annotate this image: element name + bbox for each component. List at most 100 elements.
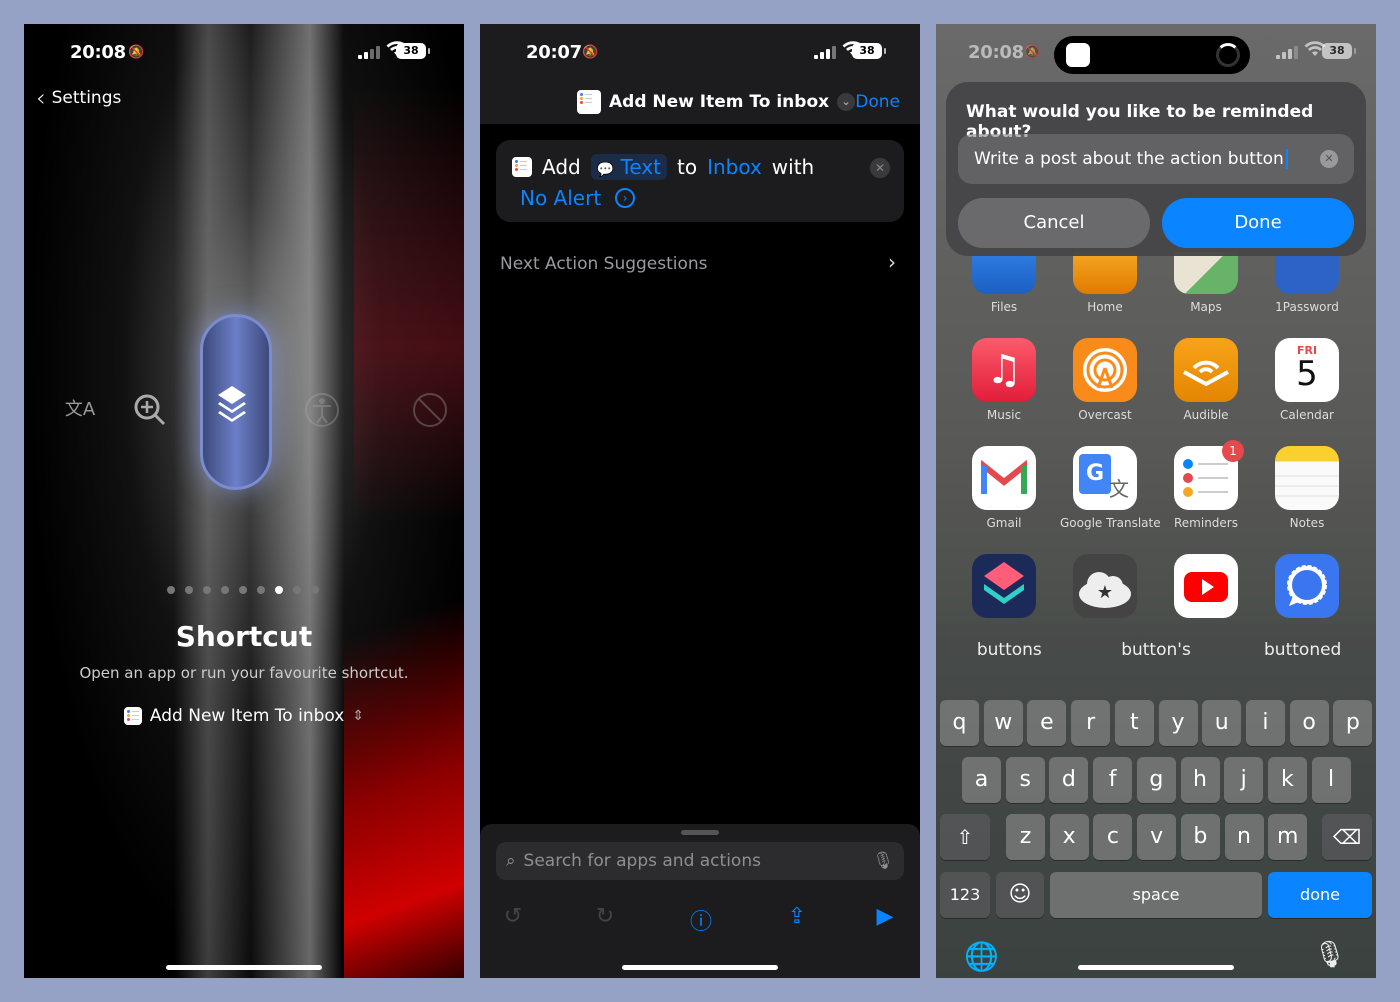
dynamic-island[interactable] — [1054, 36, 1250, 74]
accessibility-icon[interactable] — [302, 390, 342, 430]
status-time: 20:07 — [526, 42, 582, 63]
globe-icon[interactable]: 🌐 — [964, 940, 999, 973]
microphone-icon[interactable]: 🎙 — [872, 851, 894, 871]
letter-key[interactable]: a — [962, 757, 1001, 803]
app-shortcuts[interactable] — [959, 554, 1049, 618]
status-bar: 20:08 🔕 38 — [24, 24, 464, 84]
magnifier-icon[interactable] — [130, 390, 170, 430]
letter-key[interactable]: j — [1224, 757, 1264, 803]
reminder-text-value: Write a post about the action button — [974, 149, 1284, 169]
emoji-key-icon[interactable]: ☺ — [996, 872, 1044, 918]
letter-key[interactable]: g — [1136, 757, 1176, 803]
dictation-microphone-icon[interactable]: 🎙 — [1313, 940, 1346, 970]
cellular-signal-icon — [1276, 45, 1298, 59]
reminders-app-icon — [123, 707, 142, 725]
letter-key[interactable]: n — [1224, 814, 1264, 860]
letter-key[interactable]: d — [1049, 757, 1089, 803]
expand-chevron-icon[interactable]: › — [615, 188, 636, 208]
remove-action-icon[interactable]: ✕ — [870, 158, 890, 178]
no-action-icon[interactable] — [410, 390, 450, 430]
letter-key[interactable]: f — [1093, 757, 1133, 803]
done-key[interactable]: done — [1268, 872, 1372, 918]
silent-bell-icon: 🔕 — [1024, 45, 1041, 60]
calendar-date: 5 — [1296, 354, 1318, 394]
app-overcast[interactable]: Overcast — [1060, 338, 1150, 422]
cancel-button[interactable]: Cancel — [958, 198, 1150, 248]
translate-icon[interactable]: 文A — [60, 390, 100, 430]
letter-key[interactable]: m — [1268, 814, 1308, 860]
suggestion-item[interactable]: button's — [1083, 624, 1230, 674]
app-gmail[interactable]: Gmail — [959, 446, 1049, 530]
numbers-key[interactable]: 123 — [940, 872, 990, 918]
letter-key[interactable]: i — [1245, 700, 1285, 746]
app-youtube[interactable] — [1161, 554, 1251, 618]
letter-key[interactable]: u — [1202, 700, 1242, 746]
page-indicator[interactable] — [167, 586, 319, 594]
app-notes[interactable]: Notes — [1262, 446, 1352, 530]
text-parameter[interactable]: 💬 Text — [590, 154, 667, 180]
shortcuts-layers-icon — [218, 386, 246, 422]
reminder-text-field[interactable]: Write a post about the action button ✕ — [958, 134, 1354, 184]
app-music[interactable]: ♫ Music — [959, 338, 1049, 422]
letter-key[interactable]: p — [1333, 700, 1373, 746]
letter-key[interactable]: y — [1158, 700, 1198, 746]
app-files[interactable]: Files — [959, 252, 1049, 314]
suggestion-item[interactable]: buttons — [936, 624, 1083, 674]
info-icon[interactable]: ⓘ — [686, 904, 716, 936]
shift-key-icon[interactable]: ⇧ — [940, 814, 990, 860]
search-bar[interactable]: ⌕ Search for apps and actions 🎙 — [496, 842, 904, 880]
letter-key[interactable]: e — [1027, 700, 1067, 746]
app-label: 1Password — [1275, 300, 1339, 314]
app-1password[interactable]: 1Password — [1262, 252, 1352, 314]
app-audible[interactable]: Audible — [1161, 338, 1251, 422]
letter-key[interactable]: o — [1289, 700, 1329, 746]
shortcut-selector[interactable]: Add New Item To inbox ⇕ — [24, 706, 464, 726]
clear-text-icon[interactable]: ✕ — [1320, 150, 1338, 168]
gmail-envelope-icon — [972, 446, 1036, 510]
home-indicator[interactable] — [622, 965, 778, 970]
app-reminders[interactable]: 1 Reminders — [1161, 440, 1251, 530]
letter-key[interactable]: v — [1137, 814, 1177, 860]
letter-key[interactable]: q — [940, 700, 979, 746]
back-button[interactable]: ‹ Settings — [36, 86, 121, 110]
undo-icon[interactable]: ↺ — [498, 904, 528, 929]
done-button[interactable]: Done — [1162, 198, 1354, 248]
keyboard: buttons button's buttoned ⇧ ⌫ 123 ☺ spac… — [936, 624, 1376, 978]
sheet-grabber[interactable] — [681, 830, 719, 835]
app-maps[interactable]: Maps — [1161, 252, 1251, 314]
share-icon[interactable]: ⇪ — [782, 904, 812, 929]
letter-key[interactable]: b — [1180, 814, 1220, 860]
alert-parameter[interactable]: No Alert — [520, 186, 601, 210]
letter-key[interactable]: z — [1006, 814, 1045, 860]
app-google-translate[interactable]: G文 Google Translate — [1060, 446, 1161, 530]
app-home[interactable]: Home — [1060, 252, 1150, 314]
suggestion-item[interactable]: buttoned — [1229, 624, 1376, 674]
play-icon[interactable]: ▶ — [870, 904, 900, 929]
letter-key[interactable]: r — [1071, 700, 1111, 746]
done-button[interactable]: Done — [855, 92, 900, 112]
letter-key[interactable]: x — [1049, 814, 1089, 860]
home-indicator[interactable] — [166, 965, 322, 970]
home-indicator[interactable] — [1078, 965, 1234, 970]
next-action-suggestions[interactable]: Next Action Suggestions › — [500, 250, 896, 274]
page-dot — [293, 586, 301, 594]
overcast-broadcast-icon — [1073, 338, 1137, 402]
letter-key[interactable]: l — [1311, 757, 1351, 803]
list-parameter[interactable]: Inbox — [707, 155, 762, 179]
space-key[interactable]: space — [1050, 872, 1262, 918]
redo-icon[interactable]: ↻ — [590, 904, 620, 929]
letter-key[interactable]: s — [1005, 757, 1045, 803]
backspace-key-icon[interactable]: ⌫ — [1322, 814, 1372, 860]
status-bar: 20:07 🔕 38 — [480, 24, 920, 84]
app-signal[interactable] — [1262, 554, 1352, 618]
letter-key[interactable]: h — [1180, 757, 1220, 803]
letter-key[interactable]: k — [1267, 757, 1307, 803]
letter-key[interactable]: c — [1093, 814, 1133, 860]
letter-key[interactable]: w — [983, 700, 1023, 746]
chevron-right-icon: › — [888, 250, 896, 274]
app-cloud-star[interactable]: ★ — [1060, 554, 1150, 618]
app-calendar[interactable]: FRI 5 Calendar — [1262, 338, 1352, 422]
shortcut-title-menu[interactable]: Add New Item To inbox ⌄ — [577, 90, 856, 114]
page-dot — [203, 586, 211, 594]
letter-key[interactable]: t — [1114, 700, 1154, 746]
